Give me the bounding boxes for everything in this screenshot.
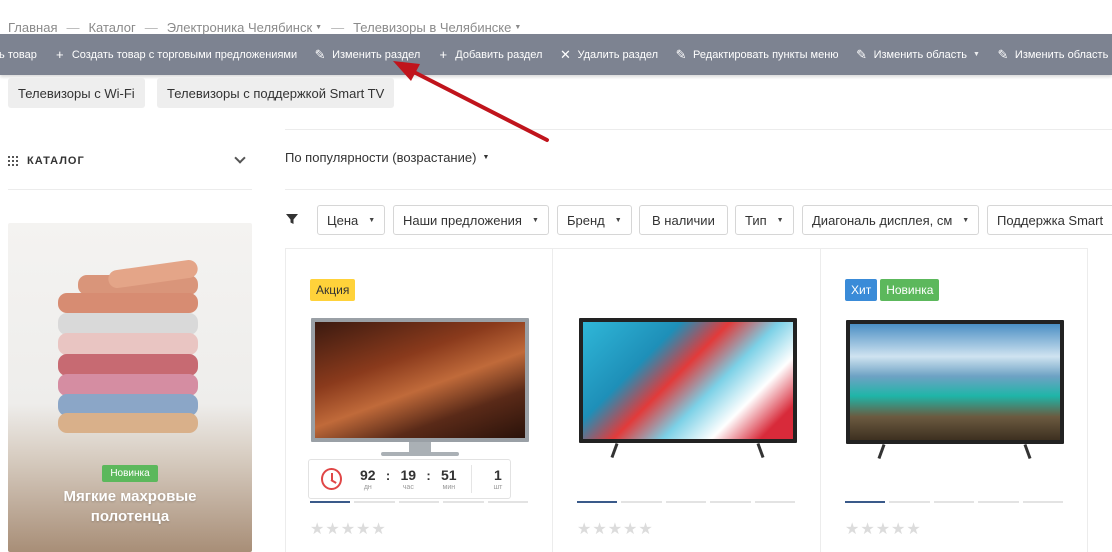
catalog-title: КАТАЛОГ xyxy=(27,155,85,167)
breadcrumb-separator: — xyxy=(144,19,158,35)
filter-icon xyxy=(286,214,298,224)
plus-icon: + xyxy=(56,47,64,62)
promo-banner[interactable]: Новинка Мягкие махровые полотенца xyxy=(8,223,252,552)
image-pager[interactable] xyxy=(577,501,796,503)
product-card[interactable]: Акция 92 дн : 19 час : 51 мин 1 шт ★★★★★ xyxy=(285,248,553,552)
sale-countdown: 92 дн : 19 час : 51 мин 1 шт xyxy=(308,459,511,499)
admin-edit-area-button-2[interactable]: ✎ Изменить область xyxy=(988,34,1112,75)
caret-down-icon: ▼ xyxy=(514,23,522,31)
admin-add-section-button[interactable]: + Добавить раздел xyxy=(428,34,550,75)
clock-icon xyxy=(321,468,342,490)
caret-down-icon: ▼ xyxy=(614,216,622,224)
countdown-days: 92 xyxy=(360,466,376,483)
tag-wifi-tvs[interactable]: Телевизоры с Wi-Fi xyxy=(8,78,145,108)
filter-smart-support[interactable]: Поддержка Smart xyxy=(987,205,1112,235)
admin-add-product-label: ть товар xyxy=(0,48,37,61)
new-badge: Новинка xyxy=(880,279,940,301)
countdown-quantity: 1 xyxy=(493,466,502,483)
divider xyxy=(8,189,252,190)
tag-smart-tvs[interactable]: Телевизоры с поддержкой Smart TV xyxy=(157,78,395,108)
pencil-icon: ✎ xyxy=(997,46,1009,62)
close-icon: ✕ xyxy=(560,46,571,62)
product-card[interactable]: Хит Новинка ★★★★★ xyxy=(820,248,1088,552)
banner-new-badge: Новинка xyxy=(102,465,158,482)
filter-diagonal[interactable]: Диагональ дисплея, см ▼ xyxy=(802,205,980,235)
grid-icon xyxy=(8,156,18,166)
caret-down-icon: ▼ xyxy=(315,23,323,31)
product-card[interactable]: ★★★★★ xyxy=(552,248,821,552)
rating-stars[interactable]: ★★★★★ xyxy=(845,519,922,539)
image-pager[interactable] xyxy=(845,501,1064,503)
towel-image xyxy=(58,354,198,376)
pencil-icon: ✎ xyxy=(314,46,326,62)
caret-down-icon: ▼ xyxy=(531,216,539,224)
admin-create-product-offers-button[interactable]: + Создать товар с торговыми предложениями xyxy=(45,34,305,75)
product-image[interactable] xyxy=(579,318,797,463)
towel-image xyxy=(58,333,198,355)
divider xyxy=(285,189,1112,190)
image-pager[interactable] xyxy=(310,501,529,503)
filter-in-stock[interactable]: В наличии xyxy=(639,205,728,235)
towel-image xyxy=(58,293,198,313)
hit-badge: Хит xyxy=(845,279,878,301)
countdown-hours: 19 xyxy=(400,466,417,483)
towel-image xyxy=(58,413,198,433)
admin-delete-section-button[interactable]: ✕ Удалить раздел xyxy=(550,34,666,75)
admin-edit-menu-button[interactable]: ✎ Редактировать пункты меню xyxy=(666,34,847,75)
admin-toolbar: ть товар +Создать товар с торговыми пред… xyxy=(0,34,1112,75)
pencil-icon: ✎ xyxy=(856,46,868,62)
countdown-minutes: 51 xyxy=(441,466,457,483)
rating-stars[interactable]: ★★★★★ xyxy=(310,519,387,539)
sort-label: По популярности (возрастание) xyxy=(285,150,477,165)
plus-icon: + xyxy=(439,47,448,62)
sale-badge: Акция xyxy=(310,279,356,301)
caret-down-icon: ▼ xyxy=(962,216,970,224)
product-image[interactable] xyxy=(846,320,1064,465)
filter-brand[interactable]: Бренд ▼ xyxy=(557,205,632,235)
breadcrumb-separator: — xyxy=(66,19,80,35)
admin-edit-section-button[interactable]: ✎ Изменить раздел xyxy=(305,34,428,75)
rating-stars[interactable]: ★★★★★ xyxy=(577,519,654,539)
towel-image xyxy=(58,313,198,335)
filter-offers[interactable]: Наши предложения ▼ xyxy=(393,205,549,235)
product-image[interactable] xyxy=(311,318,529,458)
filter-type[interactable]: Тип ▼ xyxy=(735,205,794,235)
breadcrumb-catalog[interactable]: Каталог xyxy=(88,20,135,35)
divider xyxy=(285,129,1112,130)
caret-down-icon: ▼ xyxy=(482,154,490,161)
admin-edit-area-button[interactable]: ✎ Изменить область ▼ xyxy=(847,34,988,75)
caret-down-icon: ▼ xyxy=(776,216,784,224)
breadcrumb-electronics[interactable]: Электроника Челябинск ▼ xyxy=(167,20,322,35)
breadcrumb-home[interactable]: Главная xyxy=(8,20,57,35)
filter-price[interactable]: Цена ▼ xyxy=(317,205,386,235)
sort-dropdown[interactable]: По популярности (возрастание) ▼ xyxy=(285,150,489,165)
breadcrumb-tvs[interactable]: Телевизоры в Челябинске ▼ xyxy=(353,20,521,35)
breadcrumb-separator: — xyxy=(331,19,345,35)
caret-down-icon: ▼ xyxy=(972,51,980,58)
admin-add-product-button[interactable]: ть товар xyxy=(0,34,45,75)
towel-image xyxy=(58,374,198,396)
chevron-down-icon xyxy=(234,152,246,164)
banner-title: Мягкие махровые полотенца xyxy=(63,488,197,525)
pencil-icon: ✎ xyxy=(675,46,687,62)
catalog-toggle[interactable]: КАТАЛОГ xyxy=(8,150,252,172)
caret-down-icon: ▼ xyxy=(368,216,376,224)
